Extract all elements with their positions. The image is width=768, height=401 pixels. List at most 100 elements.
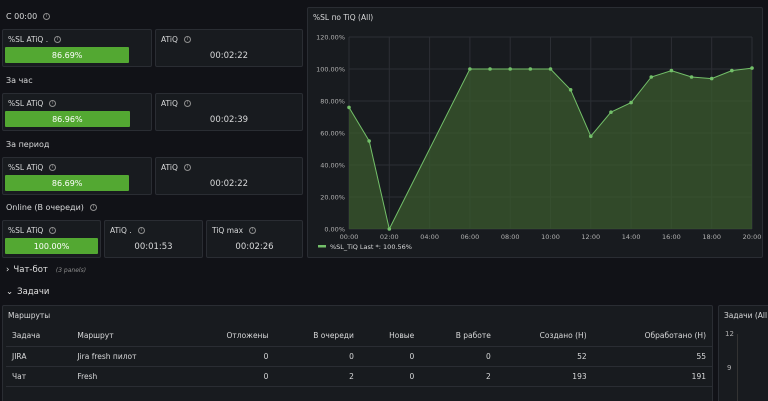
table-cell: 0 bbox=[274, 346, 360, 367]
y-tick-label: 12 bbox=[725, 330, 734, 338]
routes-title: Маршруты bbox=[8, 311, 51, 320]
data-point bbox=[488, 67, 492, 71]
y-tick-label: 20.00% bbox=[320, 194, 345, 202]
y-tick-label: 9 bbox=[727, 364, 732, 372]
tasks-row[interactable]: ⌄ Задачи bbox=[6, 287, 49, 297]
data-point bbox=[609, 110, 613, 114]
panel-title: TiQ max bbox=[212, 226, 244, 235]
data-point bbox=[347, 105, 351, 110]
table-cell: 193 bbox=[496, 366, 593, 387]
table-cell: 0 bbox=[186, 366, 275, 387]
table-cell: JIRA bbox=[6, 346, 72, 367]
sl-atiq-panel-3: %SL ATiQ i 86.69% bbox=[2, 157, 152, 195]
y-tick-label: 120.00% bbox=[316, 34, 345, 42]
table-cell: 0 bbox=[186, 346, 275, 367]
legend-label: %SL_TiQ Last *: 100.56% bbox=[330, 243, 412, 251]
x-tick-label: 18:00 bbox=[702, 233, 721, 241]
column-header[interactable]: Задача bbox=[6, 326, 72, 347]
data-point bbox=[730, 68, 734, 73]
x-tick-label: 12:00 bbox=[581, 233, 600, 241]
info-icon[interactable]: i bbox=[249, 227, 257, 234]
x-tick-label: 20:00 bbox=[743, 233, 762, 241]
tasks-chart-panel: Задачи (All 12 9 bbox=[718, 305, 768, 401]
sl-gauge: 100.00% bbox=[5, 238, 98, 254]
x-tick-label: 04:00 bbox=[420, 233, 439, 241]
table-cell: Fresh bbox=[71, 366, 187, 387]
section-since-midnight: С 00:00 i bbox=[6, 12, 51, 21]
chevron-down-icon[interactable]: ⌄ bbox=[6, 287, 13, 297]
panel-title: %SL ATiQ bbox=[8, 99, 44, 108]
y-tick-label: 40.00% bbox=[320, 162, 345, 170]
info-icon[interactable]: i bbox=[183, 164, 191, 171]
column-header[interactable]: Создано (Н) bbox=[496, 326, 593, 347]
chevron-right-icon[interactable]: › bbox=[6, 265, 9, 275]
tiq-max-value: 00:02:26 bbox=[235, 242, 274, 252]
info-icon[interactable]: i bbox=[89, 204, 97, 211]
table-cell: 0 bbox=[359, 366, 421, 387]
sl-atiq-panel-2: %SL ATiQ i 86.96% bbox=[2, 93, 152, 131]
data-point bbox=[508, 67, 512, 71]
sl-tiq-chart: 0.00%20.00%40.00%60.00%80.00%100.00%120.… bbox=[316, 34, 762, 252]
info-icon[interactable]: i bbox=[183, 100, 191, 107]
legend-swatch bbox=[318, 245, 326, 248]
table-row: Чат Fresh 0 2 0 2 193 191 bbox=[6, 366, 712, 387]
table-cell: 191 bbox=[592, 366, 712, 387]
panel-title: %SL ATiQ . bbox=[8, 35, 49, 44]
x-tick-label: 14:00 bbox=[622, 233, 641, 241]
data-point bbox=[629, 100, 633, 105]
data-point bbox=[589, 134, 593, 138]
chatbot-label[interactable]: Чат-бот bbox=[13, 265, 47, 275]
info-icon[interactable]: i bbox=[49, 227, 57, 234]
column-header[interactable]: Новые bbox=[359, 326, 421, 347]
table-cell: 0 bbox=[420, 346, 497, 367]
tiq-max-panel: TiQ max i 00:02:26 bbox=[206, 220, 303, 258]
column-header[interactable]: В очереди bbox=[274, 326, 360, 347]
table-row: JIRA Jira fresh пилот 0 0 0 0 52 55 bbox=[6, 346, 712, 367]
sl-gauge: 86.69% bbox=[5, 175, 130, 191]
sl-atiq-panel-1: %SL ATiQ . i 86.69% bbox=[2, 29, 152, 67]
atiq-panel-3: ATiQ i 00:02:22 bbox=[155, 157, 303, 195]
x-tick-label: 06:00 bbox=[461, 233, 480, 241]
data-point bbox=[387, 227, 392, 231]
table-cell: 55 bbox=[592, 346, 712, 367]
section-per-period: За период bbox=[6, 140, 50, 149]
data-point bbox=[367, 139, 371, 143]
data-point bbox=[709, 76, 714, 81]
data-point bbox=[649, 75, 654, 79]
section-online: Online (В очереди) i bbox=[6, 203, 97, 212]
info-icon[interactable]: i bbox=[183, 36, 191, 43]
x-tick-label: 16:00 bbox=[662, 233, 681, 241]
info-icon[interactable]: i bbox=[49, 100, 57, 107]
data-point bbox=[468, 67, 472, 71]
table-cell: Чат bbox=[6, 366, 72, 387]
info-icon[interactable]: i bbox=[43, 13, 51, 20]
info-icon[interactable]: i bbox=[49, 164, 57, 171]
x-tick-label: 00:00 bbox=[340, 233, 359, 241]
column-header[interactable]: Маршрут bbox=[71, 326, 187, 347]
tasks-label[interactable]: Задачи bbox=[17, 287, 49, 297]
atiq-value: 00:02:39 bbox=[209, 115, 249, 125]
panel-title: %SL ATiQ bbox=[8, 163, 44, 172]
panel-title: ATiQ bbox=[161, 35, 178, 44]
table-cell: Jira fresh пилот bbox=[71, 346, 187, 367]
column-header[interactable]: Отложены bbox=[186, 326, 275, 347]
table-cell: 52 bbox=[496, 346, 593, 367]
info-icon[interactable]: i bbox=[54, 36, 62, 43]
column-header[interactable]: В работе bbox=[420, 326, 497, 347]
column-header[interactable]: Обработано (Н) bbox=[592, 326, 712, 347]
tasks-chart-title: Задачи (All bbox=[724, 311, 768, 320]
routes-table: Задача Маршрут Отложены В очереди Новые В раб… bbox=[6, 326, 712, 387]
atiq-panel-1: ATiQ i 00:02:22 bbox=[155, 29, 303, 67]
table-cell: 0 bbox=[359, 346, 421, 367]
panel-title: ATiQ . bbox=[110, 226, 132, 235]
y-tick-label: 80.00% bbox=[320, 98, 345, 106]
info-icon[interactable]: i bbox=[137, 227, 145, 234]
data-point bbox=[689, 75, 694, 79]
chatbot-row[interactable]: › Чат-бот (3 panels) bbox=[6, 265, 86, 275]
data-point bbox=[548, 67, 553, 71]
x-tick-label: 10:00 bbox=[541, 233, 560, 241]
atiq-value: 00:02:22 bbox=[209, 179, 249, 189]
y-tick-label: 100.00% bbox=[316, 66, 345, 74]
section-per-hour: За час bbox=[6, 76, 33, 85]
sl-atiq-panel-online: %SL ATiQ i 100.00% bbox=[2, 220, 101, 258]
